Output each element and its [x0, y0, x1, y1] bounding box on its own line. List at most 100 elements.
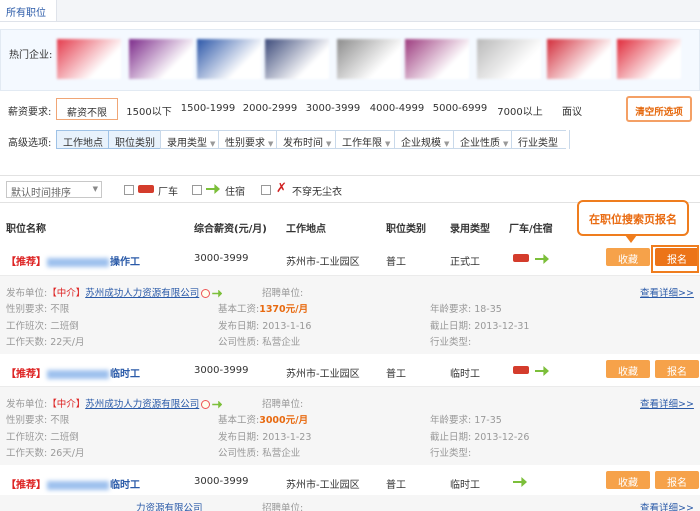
no-cleanroom-suit-checkbox[interactable]	[261, 185, 271, 195]
view-details-link[interactable]: 查看详细>>	[640, 396, 694, 410]
chevron-down-icon: ▼	[268, 140, 274, 148]
apply-callout: 在职位搜索页报名	[577, 200, 689, 236]
filter-industry[interactable]: 行业类型	[511, 130, 566, 149]
bus-icon	[513, 366, 529, 374]
chevron-down-icon: ▼	[444, 140, 450, 148]
breadcrumb-all-jobs[interactable]: 所有职位	[0, 0, 57, 21]
job-detail-panel: 发布单位:【中介】苏州成功人力资源有限公司 招聘单位: 查看详细>> 性别要求:…	[0, 275, 700, 355]
view-details-link[interactable]: 查看详细>>	[640, 285, 694, 299]
company-logo-3[interactable]	[197, 39, 261, 79]
collect-button[interactable]: 收藏	[606, 248, 650, 266]
breadcrumb: 所有职位	[0, 0, 700, 22]
filter-company-type[interactable]: 企业性质 ▼	[453, 130, 517, 149]
filter-publish-time[interactable]: 发布时间 ▼	[276, 130, 340, 149]
apply-highlight-box	[651, 245, 699, 273]
housing-icon	[535, 254, 549, 264]
chevron-down-icon: ▼	[210, 140, 216, 148]
housing-icon	[535, 366, 549, 376]
redacted-text	[47, 257, 109, 267]
collect-button[interactable]: 收藏	[606, 471, 650, 489]
clear-selection-button[interactable]: 清空所选项	[626, 96, 692, 122]
company-logo-5[interactable]	[337, 39, 401, 79]
hot-companies-panel: 热门企业:	[0, 29, 700, 91]
job-title[interactable]: 【推荐】 临时工	[6, 476, 140, 491]
header-location: 工作地点	[286, 224, 326, 235]
salary-option-7000-plus[interactable]: 7000以上	[494, 98, 546, 120]
bus-icon	[138, 185, 154, 193]
company-logo-2[interactable]	[129, 39, 193, 79]
company-logo-1[interactable]	[57, 39, 121, 79]
company-logo-6[interactable]	[405, 39, 469, 79]
table-row[interactable]: 【推荐】 临时工 3000-3999 苏州市-工业园区 普工 临时工 收藏 报名	[0, 465, 700, 497]
job-category: 普工	[386, 480, 406, 491]
job-title[interactable]: 【推荐】 操作工	[6, 253, 140, 268]
housing-icon	[212, 400, 223, 409]
shuttle-bus-checkbox[interactable]	[124, 185, 134, 195]
recruiter-label: 招聘单位:	[262, 399, 304, 410]
header-hire-type: 录用类型	[450, 224, 490, 235]
filter-hire-type[interactable]: 录用类型 ▼	[160, 130, 224, 149]
header-bus-housing: 厂车/住宿	[509, 224, 553, 235]
collect-button[interactable]: 收藏	[606, 360, 650, 378]
housing-icon	[206, 184, 220, 194]
job-detail-panel: 发布单位:【中介】苏州成功人力资源有限公司 招聘单位: 查看详细>> 性别要求:…	[0, 386, 700, 466]
verified-icon	[201, 400, 211, 409]
no-cleanroom-label: 不穿无尘衣	[292, 187, 342, 198]
job-location: 苏州市-工业园区	[286, 257, 360, 268]
salary-option-3000-3999[interactable]: 3000-3999	[305, 98, 361, 120]
header-salary: 综合薪资(元/月)	[194, 224, 267, 235]
job-title[interactable]: 【推荐】 临时工	[6, 365, 140, 380]
job-salary: 3000-3999	[194, 253, 249, 264]
company-link[interactable]: 苏州成功人力资源有限公司	[85, 399, 199, 410]
apply-button[interactable]: 报名	[655, 471, 699, 489]
filter-work-years[interactable]: 工作年限 ▼	[335, 130, 399, 149]
salary-option-any[interactable]: 薪资不限	[56, 98, 118, 120]
housing-checkbox[interactable]	[192, 185, 202, 195]
redacted-text	[47, 369, 109, 379]
chevron-down-icon: ▼	[385, 140, 391, 148]
filter-gender[interactable]: 性别要求 ▼	[218, 130, 282, 149]
redacted-text	[47, 480, 109, 490]
salary-option-1500-1999[interactable]: 1500-1999	[180, 98, 236, 120]
salary-option-2000-2999[interactable]: 2000-2999	[242, 98, 298, 120]
advanced-options-label: 高级选项:	[8, 138, 52, 149]
company-link[interactable]: 苏州成功人力资源有限公司	[85, 288, 199, 299]
salary-label: 薪资要求:	[8, 107, 52, 118]
job-detail-panel-partial: 力资源有限公司 招聘单位: 查看详细>>	[0, 495, 700, 511]
header-category: 职位类别	[386, 224, 426, 235]
callout-pointer	[625, 235, 637, 243]
sort-bar: 默认时间排序 ▼ 厂车 住宿 ✗ 不穿无尘衣	[0, 175, 700, 203]
job-hire-type: 正式工	[450, 257, 480, 268]
salary-option-under-1500[interactable]: 1500以下	[124, 98, 174, 120]
salary-option-5000-6999[interactable]: 5000-6999	[432, 98, 488, 120]
company-logo-9[interactable]	[617, 39, 681, 79]
housing-label: 住宿	[225, 187, 245, 198]
job-hire-type: 临时工	[450, 480, 480, 491]
filter-work-location[interactable]: 工作地点	[56, 130, 111, 149]
job-category: 普工	[386, 257, 406, 268]
table-row[interactable]: 【推荐】 操作工 3000-3999 苏州市-工业园区 普工 正式工 收藏 报名	[0, 242, 700, 274]
job-salary: 3000-3999	[194, 365, 249, 376]
job-location: 苏州市-工业园区	[286, 369, 360, 380]
bus-icon	[513, 254, 529, 262]
salary-option-negotiable[interactable]: 面议	[556, 98, 588, 120]
housing-icon	[212, 289, 223, 298]
filter-company-size[interactable]: 企业规模 ▼	[394, 130, 458, 149]
chevron-down-icon: ▼	[92, 185, 98, 193]
job-hire-type: 临时工	[450, 369, 480, 380]
company-logo-4[interactable]	[265, 39, 329, 79]
table-row[interactable]: 【推荐】 临时工 3000-3999 苏州市-工业园区 普工 临时工 收藏 报名	[0, 354, 700, 386]
salary-option-4000-4999[interactable]: 4000-4999	[369, 98, 425, 120]
no-cleanroom-icon: ✗	[276, 181, 287, 196]
company-logo-7[interactable]	[477, 39, 541, 79]
recruiter-label: 招聘单位:	[262, 288, 304, 299]
shuttle-bus-label: 厂车	[158, 187, 178, 198]
apply-button[interactable]: 报名	[655, 360, 699, 378]
sort-select[interactable]: 默认时间排序 ▼	[6, 181, 102, 199]
filter-divider	[569, 130, 570, 149]
company-logo-8[interactable]	[547, 39, 611, 79]
filter-job-category[interactable]: 职位类别	[108, 130, 163, 149]
hot-companies-label: 热门企业:	[9, 50, 53, 61]
verified-icon	[201, 289, 211, 298]
chevron-down-icon: ▼	[503, 140, 509, 148]
